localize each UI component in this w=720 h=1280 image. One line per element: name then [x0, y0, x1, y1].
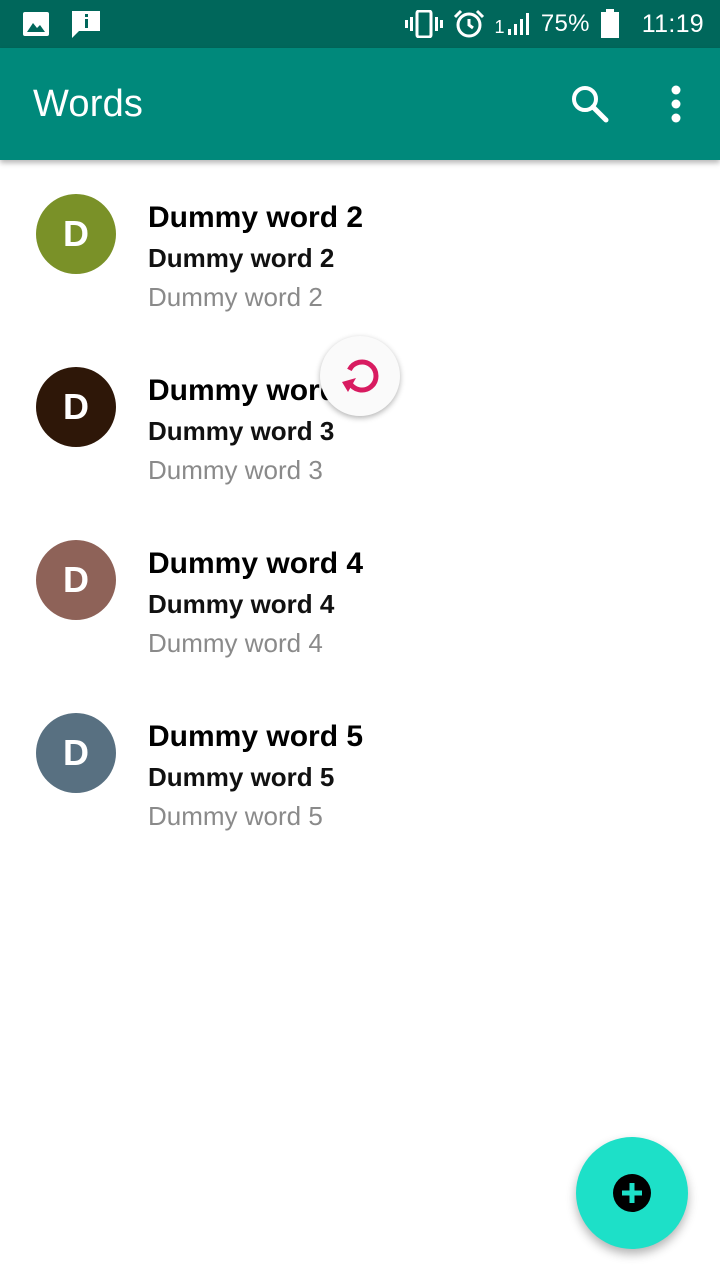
- list-item[interactable]: D Dummy word 2 Dummy word 2 Dummy word 2: [0, 160, 720, 333]
- search-button[interactable]: [548, 48, 632, 160]
- word-subtitle: Dummy word 2: [148, 243, 335, 273]
- status-time: 11:19: [641, 9, 704, 38]
- alarm-icon: [453, 9, 484, 38]
- info-message-icon: [72, 11, 100, 38]
- list-item-text: Dummy word 5 Dummy word 5 Dummy word 5: [148, 717, 363, 835]
- screen: 1 75% 11:19 Words D Dummy word 2 Dummy w…: [0, 0, 720, 1280]
- app-bar: Words: [0, 48, 720, 160]
- word-title: Dummy word 4: [148, 547, 364, 580]
- search-icon[interactable]: [570, 84, 610, 124]
- app-title: Words: [33, 82, 144, 125]
- word-subtitle: Dummy word 4: [148, 589, 335, 619]
- list-item[interactable]: D Dummy word 5 Dummy word 5 Dummy word 5: [0, 679, 720, 852]
- battery-icon: [600, 9, 619, 38]
- vibrate-icon: [404, 10, 443, 38]
- word-list: D Dummy word 2 Dummy word 2 Dummy word 2…: [0, 160, 720, 852]
- avatar: D: [36, 194, 116, 274]
- word-title: Dummy word 5: [148, 720, 364, 753]
- word-title: Dummy word 2: [148, 201, 364, 234]
- status-bar: 1 75% 11:19: [0, 0, 720, 48]
- app-bar-actions: [548, 48, 720, 160]
- more-options-button[interactable]: [632, 48, 720, 160]
- battery-percent: 75%: [540, 10, 590, 37]
- signal-label: 1: [494, 16, 505, 37]
- word-detail: Dummy word 2: [148, 282, 323, 312]
- word-detail: Dummy word 5: [148, 801, 323, 831]
- word-detail: Dummy word 3: [148, 455, 323, 485]
- refresh-indicator: [320, 336, 400, 416]
- signal-icon: [507, 13, 529, 35]
- more-vert-icon[interactable]: [670, 84, 682, 124]
- word-detail: Dummy word 4: [148, 628, 323, 658]
- avatar: D: [36, 540, 116, 620]
- list-item-text: Dummy word 4 Dummy word 4 Dummy word 4: [148, 544, 363, 662]
- add-circle-icon[interactable]: [612, 1173, 652, 1213]
- avatar: D: [36, 713, 116, 793]
- status-left-icons: [22, 9, 102, 39]
- image-icon: [23, 12, 49, 36]
- status-right-icons: 1 75% 11:19: [404, 9, 704, 39]
- add-word-fab[interactable]: [576, 1137, 688, 1249]
- list-item[interactable]: D Dummy word 4 Dummy word 4 Dummy word 4: [0, 506, 720, 679]
- avatar: D: [36, 367, 116, 447]
- list-item-text: Dummy word 2 Dummy word 2 Dummy word 2: [148, 198, 363, 316]
- word-subtitle: Dummy word 3: [148, 416, 335, 446]
- refresh-icon: [342, 359, 379, 393]
- word-subtitle: Dummy word 5: [148, 762, 335, 792]
